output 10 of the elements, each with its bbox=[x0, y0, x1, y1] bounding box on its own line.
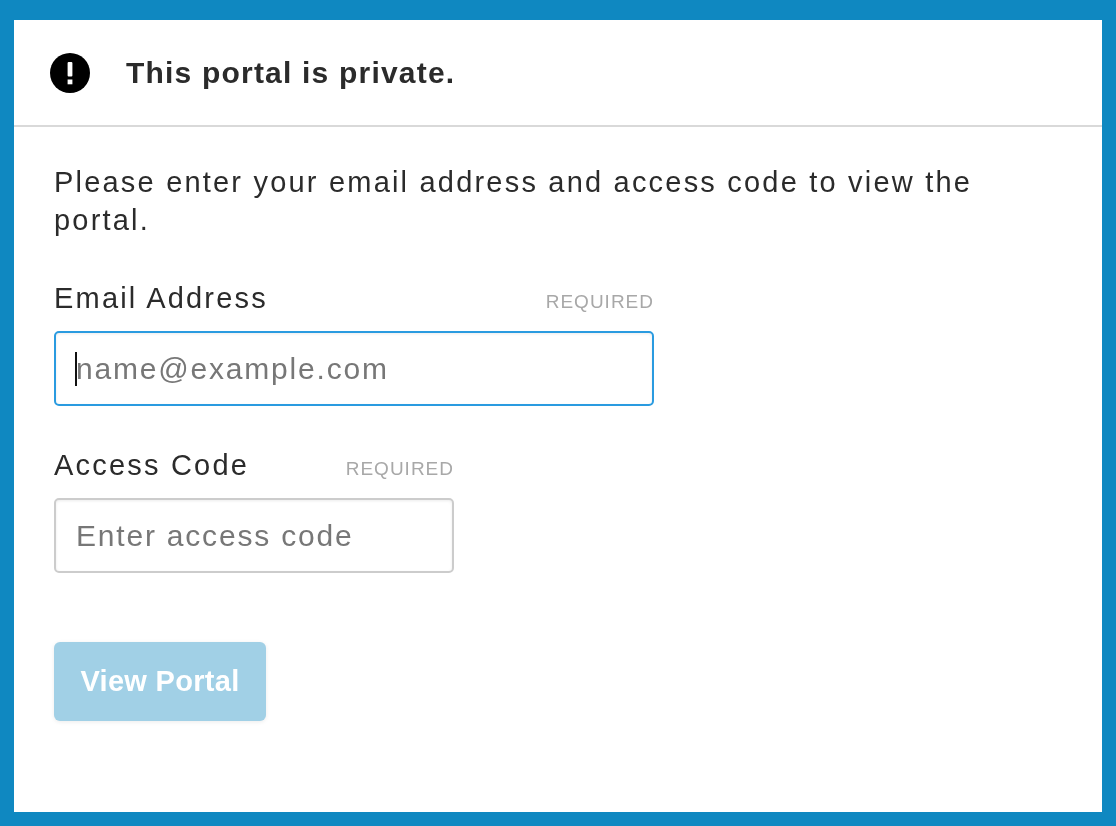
alert-icon bbox=[50, 52, 90, 93]
input-field[interactable]: name@example.com bbox=[54, 331, 654, 406]
intro-text: Please enter your email address and access code to view the portal. bbox=[54, 165, 974, 238]
required-label: REQUIRED bbox=[345, 458, 454, 480]
input-field[interactable]: Enter access code bbox=[54, 498, 454, 573]
required-label: REQUIRED bbox=[545, 291, 654, 313]
notice-title: This portal is private. bbox=[126, 55, 456, 90]
field-label: Access Code bbox=[54, 448, 250, 482]
text-cursor bbox=[75, 352, 77, 386]
field-label: Email Address bbox=[54, 281, 268, 315]
